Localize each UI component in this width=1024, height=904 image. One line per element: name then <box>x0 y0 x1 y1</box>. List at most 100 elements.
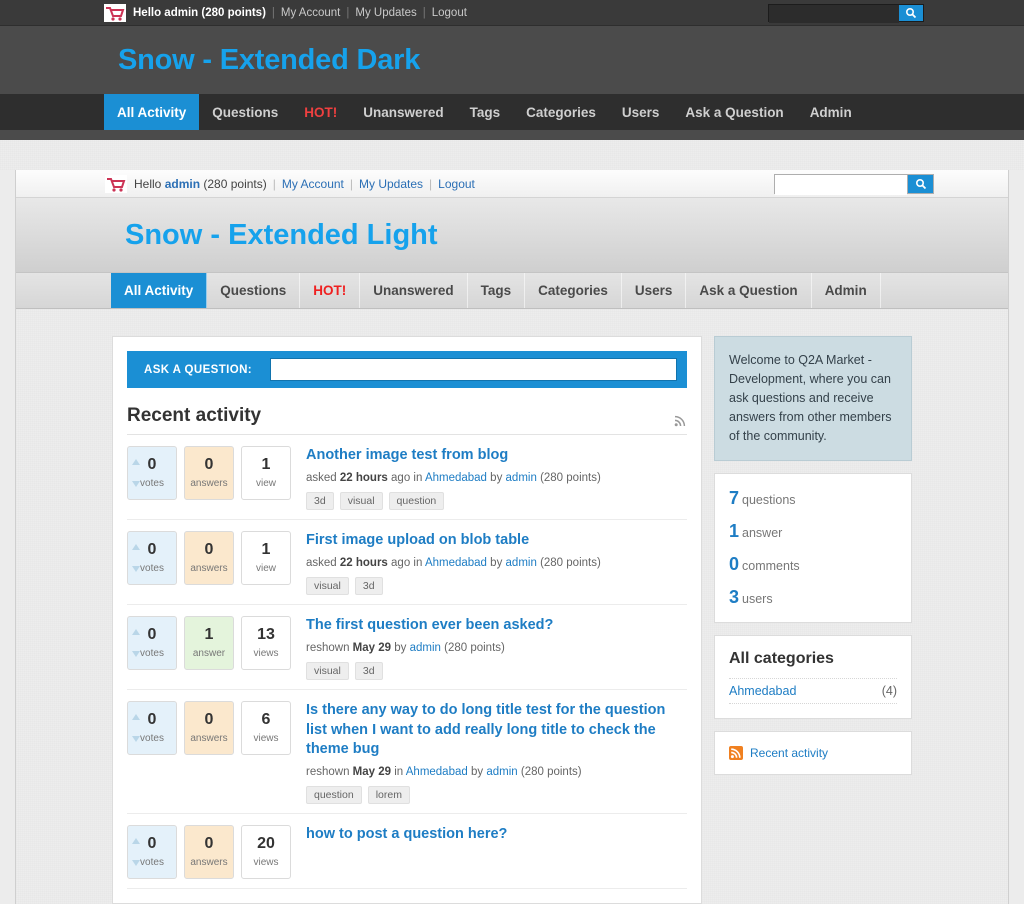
tag[interactable]: question <box>306 785 362 804</box>
light-nav-users[interactable]: Users <box>622 273 687 308</box>
dark-nav-users[interactable]: Users <box>609 94 673 130</box>
light-nav-unanswered[interactable]: Unanswered <box>360 273 468 308</box>
meta-by: by <box>490 472 503 485</box>
meta-time: 22 hours <box>339 472 388 485</box>
meta-user-link[interactable]: admin <box>506 472 537 484</box>
votes-box: 0 votes <box>127 701 177 756</box>
tag[interactable]: visual <box>306 662 349 681</box>
answers-count: 0 <box>204 711 214 729</box>
light-logout-link[interactable]: Logout <box>438 177 475 191</box>
light-nav-ask-a-question[interactable]: Ask a Question <box>686 273 812 308</box>
list-item: 0 votes 1 answer 13 views The first ques… <box>127 605 687 691</box>
light-nav-categories[interactable]: Categories <box>525 273 622 308</box>
question-title-link[interactable]: Another image test from blog <box>306 446 687 465</box>
question-meta: asked 22 hours ago in Ahmedabad by admin… <box>306 472 687 484</box>
light-search-button[interactable] <box>907 174 933 193</box>
vote-up-icon[interactable] <box>132 459 140 465</box>
meta-category-link[interactable]: Ahmedabad <box>425 472 487 484</box>
meta-category-link[interactable]: Ahmedabad <box>425 557 487 569</box>
dark-search-box[interactable] <box>768 3 924 23</box>
light-search-box[interactable] <box>774 173 934 195</box>
vote-down-icon[interactable] <box>132 736 140 743</box>
question-title-link[interactable]: how to post a question here? <box>306 825 687 844</box>
light-points: (280 points) <box>200 176 267 191</box>
tag[interactable]: 3d <box>354 662 383 681</box>
dark-my-account-link[interactable]: My Account <box>281 7 340 19</box>
question-title-link[interactable]: The first question ever been asked? <box>306 616 687 635</box>
dark-logout-link[interactable]: Logout <box>432 7 467 19</box>
light-my-account-link[interactable]: My Account <box>282 177 344 191</box>
meta-mid: ago in <box>391 472 423 485</box>
recent-activity-feed-link[interactable]: Recent activity <box>750 746 828 760</box>
tag[interactable]: lorem <box>367 785 410 804</box>
light-username[interactable]: admin <box>165 177 200 191</box>
meta-user-link[interactable]: admin <box>410 642 441 654</box>
dark-nav-questions[interactable]: Questions <box>199 94 291 130</box>
cart-logo-icon-light <box>105 174 127 193</box>
tag[interactable]: visual <box>306 577 349 596</box>
dark-title-area: Snow - Extended Dark <box>0 26 1024 94</box>
question-title-link[interactable]: Is there any way to do long title test f… <box>306 701 687 758</box>
light-nav-all-activity[interactable]: All Activity <box>111 273 208 308</box>
vote-down-icon[interactable] <box>132 859 140 866</box>
dark-nav-tags[interactable]: Tags <box>457 94 514 130</box>
question-counts: 0 votes 0 answers 20 views <box>127 824 291 879</box>
vote-up-icon[interactable] <box>132 544 140 551</box>
categories-title: All categories <box>729 650 834 667</box>
vote-up-icon[interactable] <box>132 629 140 636</box>
question-tags: visual 3d <box>306 577 687 596</box>
vote-up-icon[interactable] <box>132 714 140 721</box>
dark-search-input[interactable] <box>769 4 899 23</box>
light-theme-container: Hello admin (280 points) | My Account | My U… <box>15 170 1009 904</box>
dark-nav-ask-a-question[interactable]: Ask a Question <box>672 94 796 130</box>
views-count: 6 <box>261 711 271 729</box>
light-nav-tags[interactable]: Tags <box>468 273 526 308</box>
tag[interactable]: 3d <box>306 492 334 511</box>
dark-nav-hot[interactable]: HOT! <box>291 94 350 130</box>
category-link-ahmedabad[interactable]: Ahmedabad <box>729 684 796 698</box>
meta-mid: ago in <box>391 557 423 570</box>
dark-nav: All Activity Questions HOT! Unanswered T… <box>0 94 1024 130</box>
dark-my-updates-link[interactable]: My Updates <box>355 7 416 19</box>
views-count: 1 <box>261 541 271 559</box>
tag[interactable]: 3d <box>354 577 383 596</box>
stat-answers-label: answer <box>742 526 783 540</box>
votes-box: 0 votes <box>127 824 177 879</box>
question-counts: 0 votes 1 answer 13 views <box>127 616 291 680</box>
views-box: 1 view <box>241 531 291 586</box>
tag[interactable]: question <box>388 492 445 511</box>
vote-down-icon[interactable] <box>132 566 140 573</box>
light-nav-admin[interactable]: Admin <box>812 273 881 308</box>
light-nav-questions[interactable]: Questions <box>207 273 301 308</box>
dark-nav-all-activity[interactable]: All Activity <box>104 94 200 130</box>
meta-time: May 29 <box>352 642 392 655</box>
rss-icon[interactable] <box>674 414 687 427</box>
question-title-link[interactable]: First image upload on blob table <box>306 531 687 550</box>
rss-icon[interactable] <box>729 746 743 760</box>
dark-nav-unanswered[interactable]: Unanswered <box>350 94 456 130</box>
light-topbar: Hello admin (280 points) | My Account | My U… <box>16 170 1008 198</box>
light-nav-hot[interactable]: HOT! <box>300 273 361 308</box>
ask-question-input[interactable] <box>270 358 677 381</box>
meta-action: asked <box>306 557 337 570</box>
views-box: 20 views <box>241 824 291 879</box>
dark-nav-categories[interactable]: Categories <box>513 94 609 130</box>
vote-down-icon[interactable] <box>132 481 140 487</box>
light-site-title[interactable]: Snow - Extended Light <box>125 219 438 252</box>
light-hello-prefix: Hello <box>134 176 165 191</box>
vote-up-icon[interactable] <box>132 837 140 844</box>
meta-points: (280 points) <box>444 642 505 655</box>
question-meta: asked 22 hours ago in Ahmedabad by admin… <box>306 557 687 569</box>
light-search-input[interactable] <box>775 174 907 195</box>
answers-box: 0 answers <box>184 701 234 756</box>
meta-user-link[interactable]: admin <box>506 557 537 569</box>
dark-site-title[interactable]: Snow - Extended Dark <box>118 44 420 77</box>
vote-down-icon[interactable] <box>132 651 140 658</box>
dark-nav-admin[interactable]: Admin <box>797 94 865 130</box>
meta-action: reshown <box>306 642 350 655</box>
views-box: 13 views <box>241 616 291 671</box>
tag[interactable]: visual <box>339 492 383 511</box>
dark-search-button[interactable] <box>899 4 923 21</box>
light-my-updates-link[interactable]: My Updates <box>359 177 423 191</box>
stats-widget: 7 questions 1 answer 0 comments 3 users <box>714 473 912 623</box>
